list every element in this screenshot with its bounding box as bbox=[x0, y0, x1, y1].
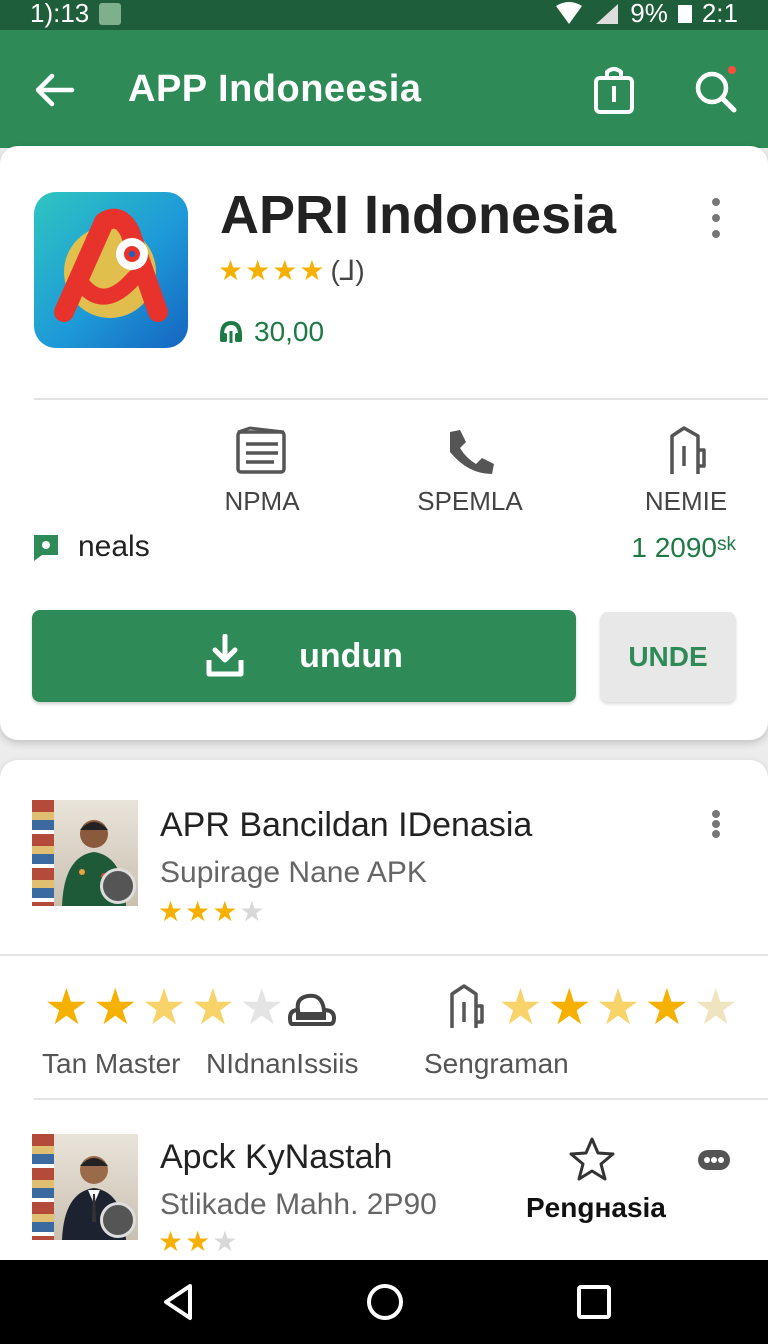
bookmark-icon bbox=[450, 984, 484, 1028]
star-empty-icon: ★ bbox=[212, 1226, 238, 1257]
rating-label: Tan Master bbox=[42, 1048, 181, 1079]
feature-label: NPMA bbox=[224, 486, 300, 516]
nav-home-icon[interactable] bbox=[366, 1282, 404, 1322]
star-filled-icon: ★ bbox=[272, 254, 298, 286]
install-button[interactable]: undun bbox=[32, 610, 576, 702]
star-filled-icon: ★ bbox=[185, 896, 211, 927]
feature-nemie[interactable]: NEMIE bbox=[606, 426, 766, 517]
star-filled-icon: ★ bbox=[299, 254, 325, 286]
battery-icon bbox=[677, 4, 692, 23]
system-nav-bar bbox=[0, 1260, 768, 1344]
list-item-title: APR Bancildan IDenasia bbox=[160, 806, 533, 844]
app-rating: ★ ★ ★ ★ (⅃) bbox=[218, 254, 365, 287]
secondary-button[interactable]: UNDE bbox=[600, 612, 736, 702]
arrow-left-icon[interactable] bbox=[28, 64, 80, 116]
meta-left: neals bbox=[32, 530, 150, 564]
installs-count: 30,00 bbox=[254, 316, 325, 347]
feature-spemla[interactable]: SPEMLA bbox=[390, 426, 550, 517]
related-apps-card: APR Bancildan IDenasia Supirage Nane APK… bbox=[0, 760, 768, 1270]
feature-npma[interactable]: NPMA bbox=[182, 426, 342, 517]
status-bar: 1):13 9% 2:1 bbox=[0, 0, 768, 30]
divider bbox=[0, 954, 768, 956]
list-item-subtitle: Stlikade Mahh. 2P90 bbox=[160, 1188, 437, 1221]
list-icon bbox=[236, 426, 286, 474]
wifi-icon bbox=[556, 1, 583, 24]
rating-stars: ★ ★ ★ ★ bbox=[218, 254, 325, 286]
avatar bbox=[32, 800, 138, 906]
app-detail-card: APRI Indonesia ★ ★ ★ ★ (⅃) 30,00 NPMA SPEML… bbox=[0, 146, 768, 740]
nav-recents-icon[interactable] bbox=[576, 1282, 612, 1322]
status-time: 1):13 bbox=[30, 0, 90, 28]
app-bar: APP Indoneesia bbox=[0, 30, 768, 148]
list-item-action-label[interactable]: Pengнasia bbox=[526, 1192, 666, 1224]
star-filled-icon: ★ bbox=[158, 896, 184, 927]
download-icon bbox=[206, 634, 244, 677]
notification-icon bbox=[99, 2, 122, 25]
star-filled-icon: ★ bbox=[245, 254, 271, 286]
rating-label: NIdnanIssiis bbox=[206, 1048, 359, 1079]
divider bbox=[34, 1098, 768, 1100]
meta-right-text: 1 2090ˢᵏ bbox=[631, 532, 736, 563]
star-outline-icon[interactable] bbox=[568, 1136, 616, 1182]
installs: 30,00 bbox=[218, 316, 324, 348]
more-options-icon[interactable] bbox=[706, 198, 726, 238]
rating-label: Sengraman bbox=[424, 1048, 569, 1079]
list-item-stars: ★ ★ ★ ★ bbox=[158, 898, 264, 926]
app-logo bbox=[34, 192, 188, 348]
rating-count: (⅃) bbox=[330, 255, 365, 286]
more-options-icon[interactable] bbox=[706, 810, 726, 838]
rating-row: ★ ★ ★ ★ ★ ★ ★ ★ ★ ★ Tan Master NIdnanIssiis Seng… bbox=[0, 982, 768, 1082]
chat-icon[interactable] bbox=[696, 1148, 732, 1172]
cloud-icon bbox=[287, 993, 336, 1026]
bookmark-icon bbox=[670, 426, 706, 474]
rating-stars-left: ★ ★ ★ ★ ★ bbox=[44, 979, 285, 1035]
avatar bbox=[32, 1134, 138, 1240]
download-count-icon bbox=[220, 320, 242, 343]
app-bar-title: APP Indoneesia bbox=[128, 68, 422, 110]
chat-bubble-icon bbox=[34, 535, 58, 561]
star-filled-icon: ★ bbox=[158, 1226, 184, 1257]
search-icon[interactable] bbox=[692, 64, 740, 116]
star-filled-icon: ★ bbox=[218, 254, 244, 286]
list-item-subtitle: Supirage Nane APK bbox=[160, 856, 427, 889]
nav-back-icon[interactable] bbox=[160, 1282, 196, 1322]
feature-label: SPEMLA bbox=[417, 486, 523, 516]
list-item-title: Apck KyNastah bbox=[160, 1138, 393, 1176]
install-button-label: undun bbox=[299, 636, 403, 675]
star-filled-icon: ★ bbox=[185, 1226, 211, 1257]
shopping-bag-icon[interactable] bbox=[592, 64, 636, 116]
divider bbox=[34, 398, 768, 400]
rating-stars-right: ★ ★ ★ ★ ★ bbox=[498, 979, 739, 1035]
star-filled-icon: ★ bbox=[212, 896, 238, 927]
feature-label: NEMIE bbox=[644, 486, 728, 516]
app-name: APRI Indonesia bbox=[220, 185, 617, 245]
phone-icon bbox=[450, 430, 494, 474]
status-clock-right: 2:1 bbox=[701, 0, 738, 28]
star-empty-icon: ★ bbox=[239, 896, 265, 927]
meta-left-text: neals bbox=[78, 530, 150, 563]
list-item-stars: ★ ★ ★ bbox=[158, 1228, 237, 1256]
battery-percent: 9% bbox=[630, 0, 668, 28]
signal-icon bbox=[596, 3, 619, 24]
